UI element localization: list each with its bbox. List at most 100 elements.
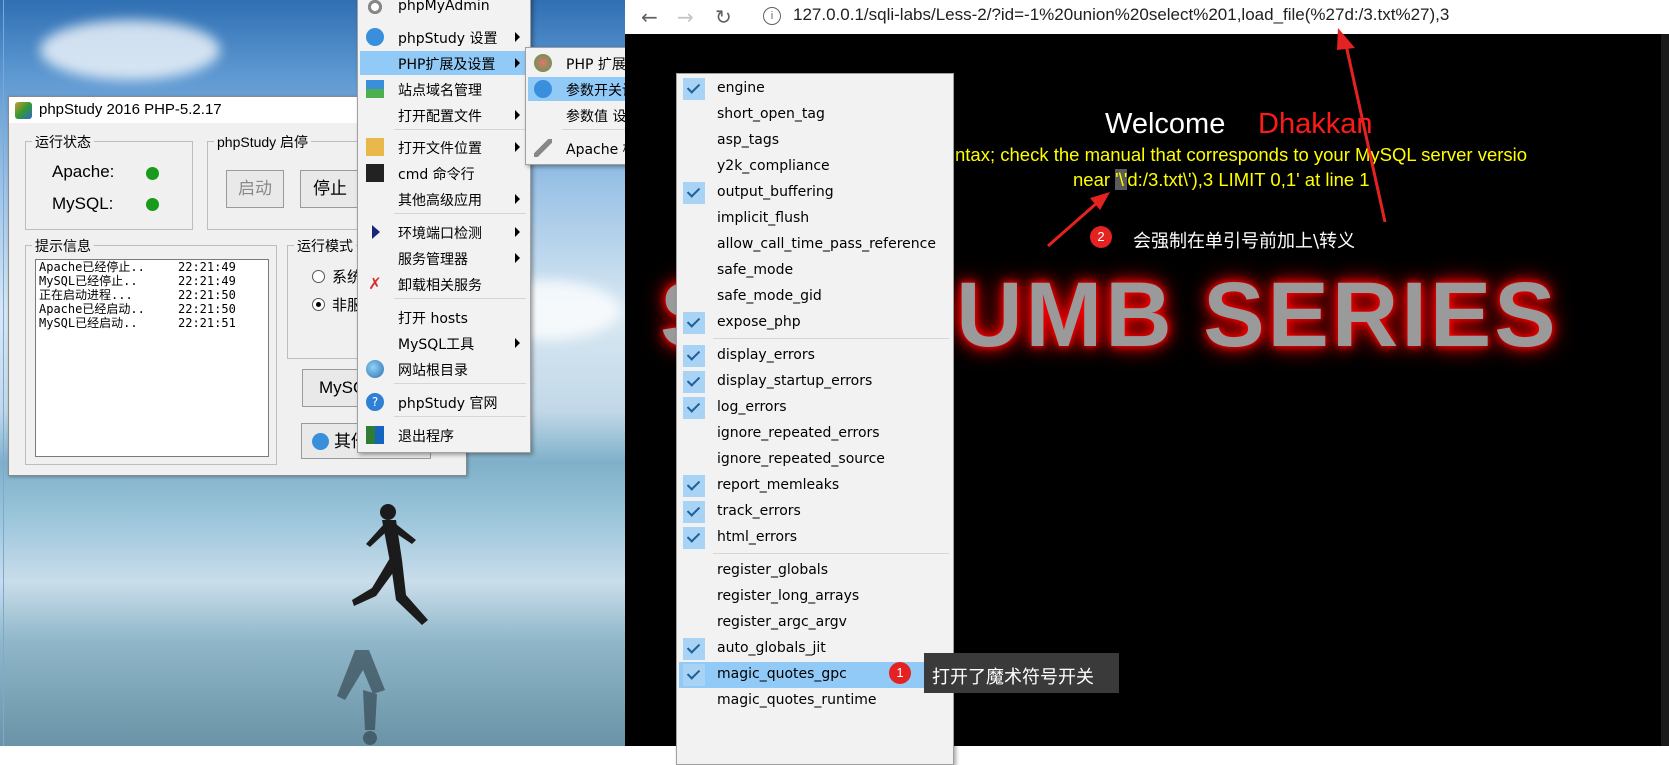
start-button[interactable]: 启动 bbox=[226, 170, 284, 208]
menu-item-site-domains[interactable]: 站点域名管理 bbox=[360, 77, 528, 101]
annotation-text-2: 会强制在单引号前加上\转义 bbox=[1133, 231, 1356, 252]
gear-icon bbox=[366, 28, 384, 46]
menu-separator bbox=[394, 298, 526, 299]
log-row: MySQL已经停止.. 22:21:49 bbox=[39, 274, 236, 288]
submenu-arrow-icon bbox=[515, 194, 520, 204]
param-item-ignore-repeated-errors[interactable]: ignore_repeated_errors bbox=[679, 421, 951, 447]
menu-item-service-manager[interactable]: 服务管理器 bbox=[360, 246, 528, 270]
param-item-display-errors[interactable]: display_errors bbox=[679, 343, 951, 369]
menu-item-open-location[interactable]: 打开文件位置 bbox=[360, 135, 528, 159]
checkmark-icon bbox=[683, 182, 705, 204]
menu-item-advanced[interactable]: 其他高级应用 bbox=[360, 187, 528, 211]
scrollbar[interactable] bbox=[1661, 34, 1669, 746]
apache-label: Apache: bbox=[52, 162, 115, 181]
menu-item-web-root[interactable]: 网站根目录 bbox=[360, 357, 528, 381]
param-item-label: register_globals bbox=[717, 562, 828, 578]
submenu-arrow-icon bbox=[515, 32, 520, 42]
param-item-output-buffering[interactable]: output_buffering bbox=[679, 180, 951, 206]
gear-icon bbox=[312, 433, 329, 450]
status-group: 运行状态 Apache: MySQL: bbox=[25, 132, 193, 230]
mysql-status-dot bbox=[146, 198, 159, 211]
menu-item-phpmyadmin[interactable]: phpMyAdmin bbox=[360, 0, 528, 19]
menu-item-official-site[interactable]: ? phpStudy 官网 bbox=[360, 390, 528, 414]
checkmark-icon bbox=[683, 501, 705, 523]
mode-group-label: 运行模式 bbox=[294, 236, 356, 256]
param-item-track-errors[interactable]: track_errors bbox=[679, 499, 951, 525]
param-item-log-errors[interactable]: log_errors bbox=[679, 395, 951, 421]
menu-item-hosts[interactable]: 打开 hosts bbox=[360, 305, 528, 329]
menu-item-port-check[interactable]: 环境端口检测 bbox=[360, 220, 528, 244]
control-group: phpStudy 启停 启动 停止 bbox=[207, 132, 368, 230]
menu-item-exit[interactable]: 退出程序 bbox=[360, 423, 528, 447]
param-item-register-argc-argv[interactable]: register_argc_argv bbox=[679, 610, 951, 636]
menu-item-phpstudy-settings[interactable]: phpStudy 设置 bbox=[360, 25, 528, 49]
log-list[interactable]: Apache已经停止.. 22:21:49 MySQL已经停止.. 22:21:49… bbox=[35, 259, 269, 457]
param-item-label: allow_call_time_pass_reference bbox=[717, 236, 936, 252]
sql-error-line2: near '\'d:/3.txt\'),3 LIMIT 0,1' at line… bbox=[1073, 169, 1370, 190]
param-item-y2k-compliance[interactable]: y2k_compliance bbox=[679, 154, 951, 180]
tray-context-menu: phpMyAdmin phpStudy 设置 PHP扩展及设置 站点域名管理 打… bbox=[357, 0, 531, 453]
param-item-label: log_errors bbox=[717, 399, 787, 415]
param-item-label: asp_tags bbox=[717, 132, 780, 148]
terminal-icon bbox=[366, 164, 384, 182]
window-title: phpStudy 2016 PHP-5.2.17 bbox=[39, 101, 222, 118]
param-item-display-startup-errors[interactable]: display_startup_errors bbox=[679, 369, 951, 395]
param-item-label: register_argc_argv bbox=[717, 614, 847, 630]
param-item-asp-tags[interactable]: asp_tags bbox=[679, 128, 951, 154]
menu-item-uninstall[interactable]: ✗ 卸载相关服务 bbox=[360, 272, 528, 296]
site-info-icon[interactable]: i bbox=[763, 7, 781, 25]
param-item-safe-mode[interactable]: safe_mode bbox=[679, 258, 951, 284]
reload-icon[interactable]: ↻ bbox=[715, 5, 732, 29]
menu-item-mysql-tools[interactable]: MySQL工具 bbox=[360, 331, 528, 355]
globe-icon bbox=[366, 360, 384, 378]
window-edge bbox=[3, 0, 4, 746]
param-item-label: y2k_compliance bbox=[717, 158, 830, 174]
param-item-auto-globals-jit[interactable]: auto_globals_jit bbox=[679, 636, 951, 662]
param-item-label: implicit_flush bbox=[717, 210, 810, 226]
param-item-implicit-flush[interactable]: implicit_flush bbox=[679, 206, 951, 232]
param-item-short-open-tag[interactable]: short_open_tag bbox=[679, 102, 951, 128]
menu-separator bbox=[713, 553, 949, 554]
checkmark-icon bbox=[683, 312, 705, 334]
menu-item-open-config[interactable]: 打开配置文件 bbox=[360, 103, 528, 127]
feather-icon bbox=[534, 139, 552, 157]
menu-separator bbox=[394, 129, 526, 130]
param-item-report-memleaks[interactable]: report_memleaks bbox=[679, 473, 951, 499]
param-item-register-long-arrays[interactable]: register_long_arrays bbox=[679, 584, 951, 610]
mode-radio-system[interactable] bbox=[312, 270, 325, 283]
escaped-quote-highlight: '\' bbox=[1115, 169, 1128, 190]
param-switches-submenu: engine short_open_tag asp_tags y2k_complian… bbox=[676, 73, 954, 765]
puzzle-icon bbox=[534, 54, 552, 72]
param-item-ignore-repeated-source[interactable]: ignore_repeated_source bbox=[679, 447, 951, 473]
log-row: Apache已经停止.. 22:21:49 bbox=[39, 260, 236, 274]
param-item-register-globals[interactable]: register_globals bbox=[679, 558, 951, 584]
uninstall-icon: ✗ bbox=[368, 274, 382, 293]
menu-item-php-extensions[interactable]: PHP扩展及设置 bbox=[360, 51, 528, 75]
stop-button[interactable]: 停止 bbox=[300, 170, 360, 208]
log-row: Apache已经启动.. 22:21:50 bbox=[39, 302, 236, 316]
param-item-engine[interactable]: engine bbox=[679, 76, 951, 102]
param-item-label: auto_globals_jit bbox=[717, 640, 826, 656]
forward-icon[interactable]: → bbox=[677, 5, 694, 29]
param-item-magic-quotes-runtime[interactable]: magic_quotes_runtime bbox=[679, 688, 951, 714]
param-item-safe-mode-gid[interactable]: safe_mode_gid bbox=[679, 284, 951, 310]
param-item-label: output_buffering bbox=[717, 184, 834, 200]
mode-radio-nonservice[interactable] bbox=[312, 298, 325, 311]
param-item-label: safe_mode_gid bbox=[717, 288, 822, 304]
checkmark-icon bbox=[683, 638, 705, 660]
phpmyadmin-icon bbox=[366, 0, 384, 16]
submenu-arrow-icon bbox=[515, 110, 520, 120]
param-item-label: report_memleaks bbox=[717, 477, 840, 493]
menu-item-cmd[interactable]: cmd 命令行 bbox=[360, 161, 528, 185]
submenu-arrow-icon bbox=[515, 227, 520, 237]
browser-toolbar: ← → ↻ i 127.0.0.1/sqli-labs/Less-2/?id=-… bbox=[625, 0, 1669, 34]
param-item-label: ignore_repeated_source bbox=[717, 451, 885, 467]
username-text: Dhakkan bbox=[1258, 108, 1373, 140]
param-item-html-errors[interactable]: html_errors bbox=[679, 525, 951, 551]
submenu-arrow-icon bbox=[515, 58, 520, 68]
param-item-expose-php[interactable]: expose_php bbox=[679, 310, 951, 336]
back-icon[interactable]: ← bbox=[641, 5, 658, 29]
annotation-callout-1: 打开了魔术符号开关 bbox=[924, 653, 1119, 693]
address-bar[interactable]: i 127.0.0.1/sqli-labs/Less-2/?id=-1%20un… bbox=[755, 2, 1655, 30]
param-item-allow-call-time-pass-reference[interactable]: allow_call_time_pass_reference bbox=[679, 232, 951, 258]
